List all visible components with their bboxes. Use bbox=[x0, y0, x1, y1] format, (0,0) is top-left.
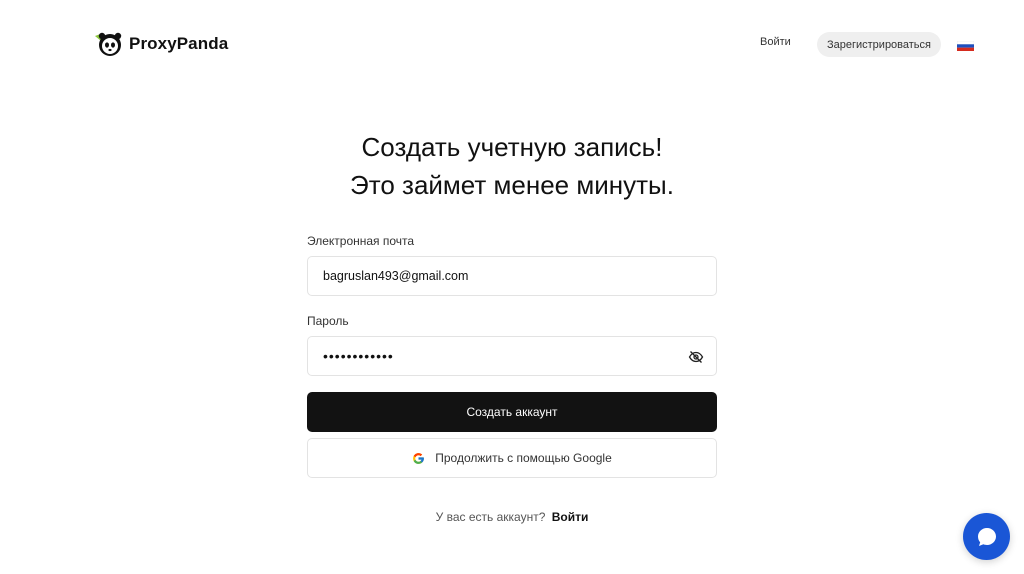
title-line-1: Создать учетную запись! bbox=[361, 132, 663, 162]
register-button[interactable]: Зарегистрироваться bbox=[817, 32, 941, 57]
login-prompt: У вас есть аккаунт? Войти bbox=[0, 510, 1024, 524]
google-signin-button[interactable]: Продолжить с помощью Google bbox=[307, 438, 717, 478]
email-label: Электронная почта bbox=[307, 234, 415, 248]
have-account-text: У вас есть аккаунт? bbox=[435, 510, 546, 524]
email-field[interactable] bbox=[308, 257, 716, 295]
google-button-label: Продолжить с помощью Google bbox=[435, 451, 612, 465]
page-title: Создать учетную запись! Это займет менее… bbox=[0, 128, 1024, 204]
russian-flag-icon[interactable] bbox=[957, 41, 974, 51]
chat-widget-button[interactable] bbox=[963, 513, 1010, 560]
google-icon bbox=[413, 452, 425, 464]
header-login-link[interactable]: Войти bbox=[760, 36, 791, 48]
create-account-button[interactable]: Создать аккаунт bbox=[307, 392, 717, 432]
signup-form: Электронная почта Пароль Создать аккаунт bbox=[307, 234, 717, 478]
page: ProxyPanda Войти Зарегистрироваться Созд… bbox=[0, 0, 1024, 574]
password-field[interactable] bbox=[308, 337, 716, 375]
eye-off-icon[interactable] bbox=[688, 349, 704, 365]
footer-login-link[interactable]: Войти bbox=[552, 510, 589, 524]
email-field-wrap bbox=[307, 256, 717, 296]
logo[interactable]: ProxyPanda bbox=[93, 30, 228, 58]
password-label: Пароль bbox=[307, 314, 349, 328]
chat-icon bbox=[977, 527, 996, 546]
title-line-2: Это займет менее минуты. bbox=[350, 170, 674, 200]
header: ProxyPanda Войти Зарегистрироваться bbox=[0, 0, 1024, 90]
logo-text: ProxyPanda bbox=[129, 34, 229, 53]
password-field-wrap bbox=[307, 336, 717, 376]
panda-logo-icon bbox=[95, 32, 122, 56]
